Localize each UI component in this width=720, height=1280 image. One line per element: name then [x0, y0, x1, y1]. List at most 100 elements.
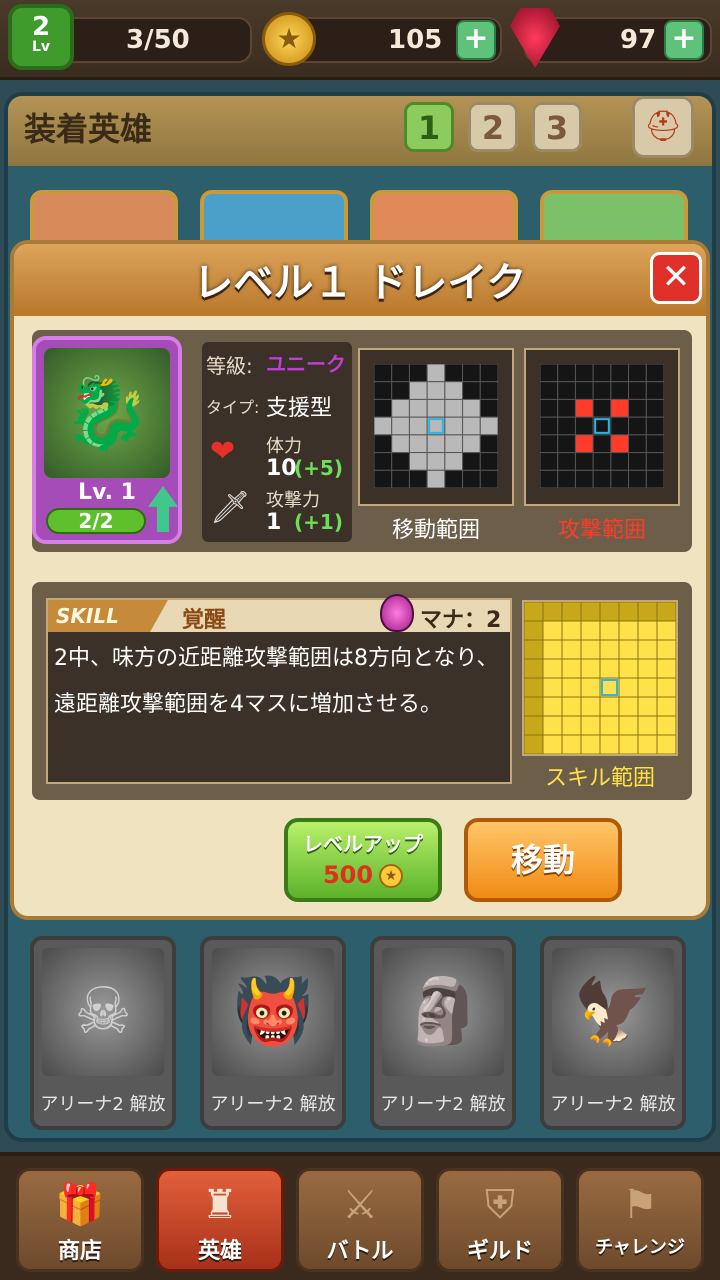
- grid-cell: [610, 398, 630, 418]
- grid-cell: [462, 381, 481, 400]
- attack-label: 攻撃力: [266, 490, 320, 511]
- coin-icon: ★: [262, 12, 316, 66]
- helmet-icon[interactable]: ⛑: [632, 96, 694, 158]
- locked-hero-card[interactable]: 🦅 アリーナ2 解放: [540, 936, 686, 1130]
- grid-cell: [462, 416, 481, 436]
- grid-cell: [479, 416, 499, 436]
- level-up-button[interactable]: レベルアップ 500 ★: [284, 818, 442, 902]
- grid-cell: [628, 398, 647, 418]
- grid-cell: [444, 363, 464, 383]
- player-level-value: 2: [31, 12, 51, 42]
- grid-cell: [637, 601, 658, 622]
- player-level-badge[interactable]: 2 Lv: [8, 4, 74, 70]
- grid-cell: [628, 469, 647, 489]
- add-gems-button[interactable]: +: [664, 20, 704, 60]
- grid-cell: [656, 601, 677, 622]
- grid-cell: [637, 677, 658, 698]
- grid-cell: [592, 434, 612, 454]
- grid-cell: [637, 734, 658, 755]
- type-label: タイプ:: [206, 398, 260, 417]
- crossed-swords-icon: ⚔: [342, 1182, 378, 1228]
- attack-range-map: [539, 363, 665, 489]
- grid-cell: [561, 715, 582, 736]
- move-button[interactable]: 移動: [464, 818, 622, 902]
- rarity-value: ユニーク: [266, 352, 346, 376]
- grid-cell: [523, 696, 544, 717]
- grid-cell: [656, 620, 677, 641]
- grid-cell: [561, 696, 582, 717]
- grid-cell: [391, 452, 410, 471]
- grid-cell: [580, 658, 601, 679]
- nav-challenge[interactable]: ⚑ チャレンジ: [576, 1168, 704, 1272]
- nav-label: チャレンジ: [595, 1237, 685, 1258]
- grid-cell: [426, 469, 446, 489]
- grid-cell: [479, 363, 499, 383]
- level-up-label: レベルアップ: [303, 832, 423, 856]
- nav-heroes[interactable]: ♜ 英雄: [156, 1168, 284, 1272]
- gem-value: 97: [620, 25, 657, 55]
- unlock-requirement: アリーナ2 解放: [380, 1094, 506, 1115]
- grid-cell: [561, 620, 582, 641]
- grid-cell: [391, 363, 410, 383]
- team-tab-3[interactable]: 3: [532, 102, 582, 152]
- skill-range-grid: [522, 600, 678, 756]
- grid-cell: [523, 620, 544, 641]
- nav-battle[interactable]: ⚔ バトル: [296, 1168, 424, 1272]
- locked-hero-card[interactable]: ☠ アリーナ2 解放: [30, 936, 176, 1130]
- grid-cell: [373, 469, 393, 489]
- grid-cell: [592, 452, 612, 471]
- hp-label: 体力: [266, 436, 302, 457]
- grid-cell: [479, 469, 499, 489]
- grid-cell: [523, 658, 544, 679]
- grid-cell: [656, 734, 677, 755]
- close-button[interactable]: ✕: [650, 252, 702, 304]
- grid-cell: [444, 434, 464, 454]
- grid-cell: [539, 381, 559, 400]
- grid-cell: [610, 434, 630, 454]
- grid-cell: [580, 620, 601, 641]
- nav-label: 英雄: [197, 1239, 242, 1264]
- coin-value: 105: [388, 25, 443, 55]
- locked-hero-card[interactable]: 👹 アリーナ2 解放: [200, 936, 346, 1130]
- grid-cell: [599, 734, 620, 755]
- grid-cell: [542, 677, 563, 698]
- grid-cell: [557, 416, 576, 436]
- grid-cell: [610, 416, 630, 436]
- grid-cell: [444, 469, 464, 489]
- unlock-requirement: アリーナ2 解放: [40, 1094, 166, 1115]
- equip-title: 装着英雄: [24, 110, 153, 148]
- hero-portrait: 🐉 Lv. 1 2/2: [32, 336, 182, 544]
- grid-cell: [479, 452, 499, 471]
- grid-cell: [462, 452, 481, 471]
- status-bar: 3/50 2 Lv 105 ★ + 97 +: [0, 0, 720, 80]
- team-tab-1[interactable]: 1: [404, 102, 454, 152]
- skill-range-map: [523, 601, 677, 755]
- grid-cell: [574, 363, 594, 383]
- grid-cell: [574, 434, 594, 454]
- grid-cell: [426, 452, 446, 471]
- grid-cell: [539, 416, 559, 436]
- grid-cell: [444, 452, 464, 471]
- team-tab-2[interactable]: 2: [468, 102, 518, 152]
- grid-cell: [561, 639, 582, 660]
- locked-hero-card[interactable]: 🗿 アリーナ2 解放: [370, 936, 516, 1130]
- golem-icon: 🗿: [382, 948, 504, 1076]
- grid-cell: [645, 398, 665, 418]
- grid-cell: [628, 363, 647, 383]
- grid-cell: [645, 363, 665, 383]
- grid-cell: [523, 639, 544, 660]
- add-coins-button[interactable]: +: [456, 20, 496, 60]
- grid-cell: [656, 677, 677, 698]
- grid-cell: [542, 639, 563, 660]
- grid-cell: [618, 696, 639, 717]
- grid-cell: [462, 363, 481, 383]
- grid-cell: [391, 416, 410, 436]
- nav-label: ギルド: [466, 1239, 533, 1264]
- grid-cell: [561, 658, 582, 679]
- grid-cell: [542, 715, 563, 736]
- nav-guild[interactable]: ⛨ ギルド: [436, 1168, 564, 1272]
- grid-cell: [574, 452, 594, 471]
- griffin-icon: 🦅: [552, 948, 674, 1076]
- nav-shop[interactable]: 🎁 商店: [16, 1168, 144, 1272]
- grid-cell: [408, 416, 428, 436]
